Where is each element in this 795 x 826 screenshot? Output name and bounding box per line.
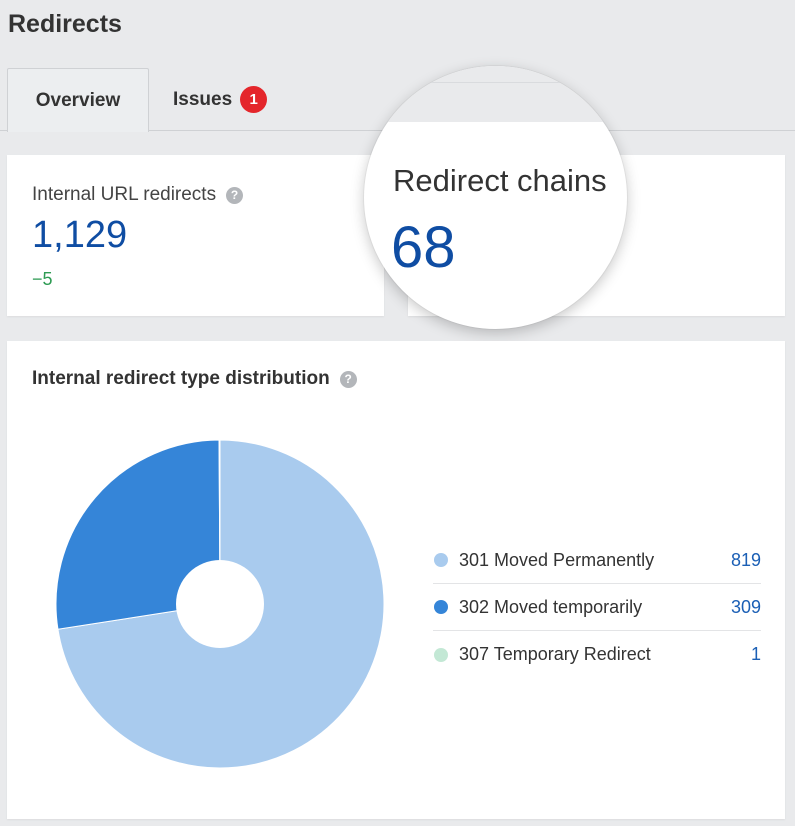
redirect-chains-value[interactable]: 68 xyxy=(391,214,456,281)
legend-color-dot xyxy=(434,600,448,614)
redirect-chains-label: Redirect chains xyxy=(393,163,607,198)
tab-issues-label: Issues xyxy=(173,88,233,110)
legend-item-307[interactable]: 307 Temporary Redirect 1 xyxy=(433,631,761,678)
issues-count-badge: 1 xyxy=(240,86,268,113)
help-icon[interactable]: ? xyxy=(339,370,357,388)
page-title: Redirects xyxy=(8,10,122,38)
tab-overview[interactable]: Overview xyxy=(7,68,149,132)
internal-url-redirects-delta: −5 xyxy=(32,269,53,289)
redirect-chains-magnifier: Redirect chains 68 xyxy=(364,66,627,329)
redirect-type-donut-chart xyxy=(55,439,385,769)
redirect-type-distribution-card: Internal redirect type distribution ? 30… xyxy=(7,341,785,819)
magnified-background xyxy=(364,66,627,122)
legend-color-dot xyxy=(434,647,448,662)
legend-color-dot xyxy=(434,553,448,567)
legend-item-302[interactable]: 302 Moved temporarily 309 xyxy=(433,584,761,631)
chart-legend: 301 Moved Permanently 819 302 Moved temp… xyxy=(433,537,761,678)
legend-label: 302 Moved temporarily xyxy=(459,596,643,617)
internal-url-redirects-card[interactable]: Internal URL redirects ? 1,129 −5 xyxy=(7,155,384,316)
internal-url-redirects-value[interactable]: 1,129 xyxy=(32,214,127,257)
legend-value[interactable]: 309 xyxy=(731,597,761,618)
legend-label: 307 Temporary Redirect xyxy=(459,644,651,664)
magnified-tab-divider xyxy=(364,82,627,83)
tab-overview-label: Overview xyxy=(35,89,121,111)
help-icon[interactable]: ? xyxy=(226,186,244,204)
internal-url-redirects-label: Internal URL redirects xyxy=(32,184,217,205)
legend-value[interactable]: 819 xyxy=(731,550,761,571)
donut-hole xyxy=(176,560,264,648)
distribution-title: Internal redirect type distribution xyxy=(32,368,330,389)
legend-value[interactable]: 1 xyxy=(751,644,761,665)
tab-issues[interactable]: Issues 1 xyxy=(173,68,268,131)
legend-label: 301 Moved Permanently xyxy=(459,549,655,570)
legend-item-301[interactable]: 301 Moved Permanently 819 xyxy=(433,537,761,584)
